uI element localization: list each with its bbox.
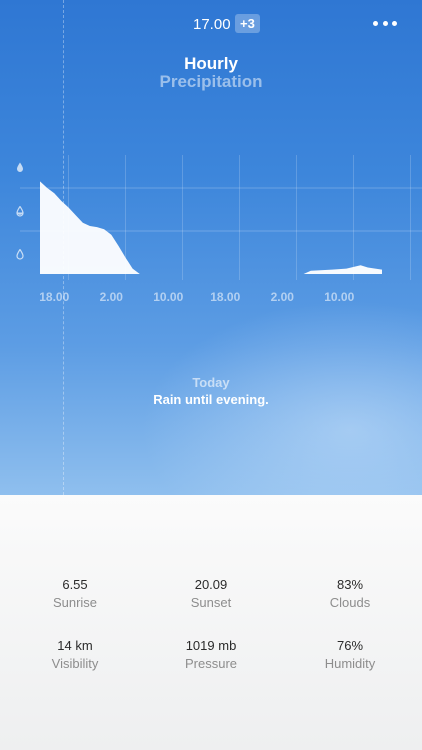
humidity-label: Humidity xyxy=(324,656,376,671)
pressure-label: Pressure xyxy=(184,656,238,671)
sunrise-value: 6.55 xyxy=(62,577,88,592)
forecast-summary: Rain until evening. xyxy=(153,392,269,407)
clouds-label: Clouds xyxy=(329,595,371,610)
stat-visibility: 14 km Visibility xyxy=(5,638,145,671)
x-tick-label: 10.00 xyxy=(153,290,184,304)
sunset-label: Sunset xyxy=(190,595,232,610)
forecast-day-label: Today xyxy=(192,375,230,390)
sunrise-label: Sunrise xyxy=(52,595,98,610)
x-tick-label: 18.00 xyxy=(39,290,70,304)
clouds-value: 83% xyxy=(336,577,364,592)
stat-sunrise: 6.55 Sunrise xyxy=(5,577,145,610)
x-tick-label: 2.00 xyxy=(99,290,123,304)
stat-clouds: 83% Clouds xyxy=(280,577,420,610)
sunset-value: 20.09 xyxy=(194,577,228,592)
x-tick-label: 10.00 xyxy=(324,290,355,304)
precipitation-chart[interactable] xyxy=(0,0,422,320)
weather-details-panel: 6.55 Sunrise 20.09 Sunset 83% Clouds 14 … xyxy=(0,495,422,750)
pressure-value: 1019 mb xyxy=(185,638,237,653)
x-tick-label: 18.00 xyxy=(210,290,241,304)
x-tick-label: 2.00 xyxy=(270,290,294,304)
stat-pressure: 1019 mb Pressure xyxy=(141,638,281,671)
stat-humidity: 76% Humidity xyxy=(280,638,420,671)
stat-sunset: 20.09 Sunset xyxy=(141,577,281,610)
precipitation-panel[interactable]: 17.00 +3 Hourly Precipitation 18.00 2.00 1… xyxy=(0,0,422,495)
visibility-value: 14 km xyxy=(57,638,93,653)
precipitation-area xyxy=(40,181,382,274)
humidity-value: 76% xyxy=(336,638,364,653)
visibility-label: Visibility xyxy=(51,656,99,671)
